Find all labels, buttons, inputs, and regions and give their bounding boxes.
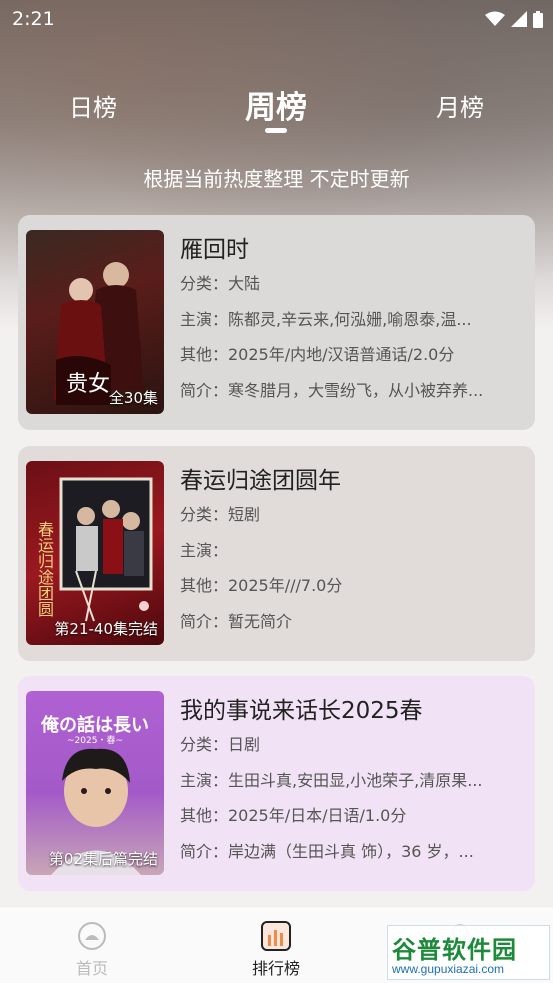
item-cast: 主演： (180, 540, 229, 560)
poster-image: 俺の話は長い ~2025・春~ 第02集后篇完结 (26, 691, 164, 875)
item-category: 分类：短剧 (180, 505, 261, 524)
status-time: 2:21 (12, 8, 55, 30)
list-item[interactable]: 俺の話は長い ~2025・春~ 第02集后篇完结 我的事说来话长2025春 分类… (18, 676, 535, 891)
item-title: 雁回时 (180, 237, 249, 263)
item-title: 春运归途团圆年 (180, 468, 341, 494)
status-icons (485, 10, 543, 28)
poster-title: 贵女 (66, 372, 111, 397)
nav-ranking[interactable]: 排行榜 (226, 921, 326, 979)
item-info: 雁回时 分类：大陆 主演：陈都灵,辛云来,何泓姗,喻恩泰,温... 其他：202… (180, 230, 530, 408)
nav-home[interactable]: 首页 (42, 921, 142, 979)
battery-icon (533, 10, 543, 28)
item-other: 其他：2025年/内地/汉语普通话/2.0分 (180, 345, 455, 364)
tab-monthly[interactable]: 月榜 (400, 88, 520, 123)
poster-title: 春运归途团圆 (35, 521, 54, 617)
nav-home-label: 首页 (75, 959, 108, 978)
nav-ranking-label: 排行榜 (251, 959, 300, 978)
item-category: 分类：大陆 (180, 274, 261, 293)
ranking-subtitle: 根据当前热度整理 不定时更新 (143, 167, 410, 191)
home-icon (78, 922, 106, 950)
tab-daily[interactable]: 日榜 (33, 88, 153, 123)
item-intro: 简介：寒冬腊月，大雪纷飞，从小被弃养... (180, 380, 484, 400)
tab-indicator (265, 128, 287, 133)
ranking-tabs: 日榜 周榜 月榜 (0, 88, 553, 148)
poster-image: 贵女 全30集 (26, 230, 164, 414)
item-category: 分类：日剧 (180, 735, 261, 754)
wifi-icon (485, 11, 505, 26)
item-title: 我的事说来话长2025春 (180, 698, 423, 724)
list-item[interactable]: 春运归途团圆 第21-40集完结 春运归途团圆年 分类：短剧 主演： 其他：20… (18, 446, 535, 661)
poster-image: 春运归途团圆 第21-40集完结 (26, 461, 164, 645)
watermark-logo: 谷普软件园 www.gupuxiazai.com (387, 925, 550, 980)
item-other: 其他：2025年/日本/日语/1.0分 (180, 806, 407, 825)
item-cast: 主演：生田斗真,安田显,小池荣子,清原果... (180, 770, 483, 790)
ranking-icon (261, 921, 291, 951)
episode-badge: 第21-40集完结 (54, 620, 158, 638)
status-bar: 2:21 (0, 0, 553, 38)
signal-icon (511, 11, 527, 27)
episode-badge: 第02集后篇完结 (48, 850, 158, 868)
item-info: 我的事说来话长2025春 分类：日剧 主演：生田斗真,安田显,小池荣子,清原果.… (180, 691, 530, 869)
tab-weekly-label: 周榜 (245, 90, 307, 126)
item-intro: 简介：暂无简介 (180, 611, 293, 631)
item-intro: 简介：岸边满（生田斗真 饰），36 岁，... (180, 841, 474, 861)
watermark-url: www.gupuxiazai.com (392, 962, 505, 976)
tab-weekly[interactable]: 周榜 (216, 82, 336, 133)
item-cast: 主演：陈都灵,辛云来,何泓姗,喻恩泰,温... (180, 309, 472, 329)
poster-subtitle: ~2025・春~ (67, 736, 123, 746)
item-info: 春运归途团圆年 分类：短剧 主演： 其他：2025年///7.0分 简介：暂无简… (180, 461, 530, 639)
item-other: 其他：2025年///7.0分 (180, 576, 343, 595)
episode-badge: 全30集 (108, 389, 158, 407)
list-item[interactable]: 贵女 全30集 雁回时 分类：大陆 主演：陈都灵,辛云来,何泓姗,喻恩泰,温..… (18, 215, 535, 430)
watermark-name: 谷普软件园 (392, 936, 517, 964)
